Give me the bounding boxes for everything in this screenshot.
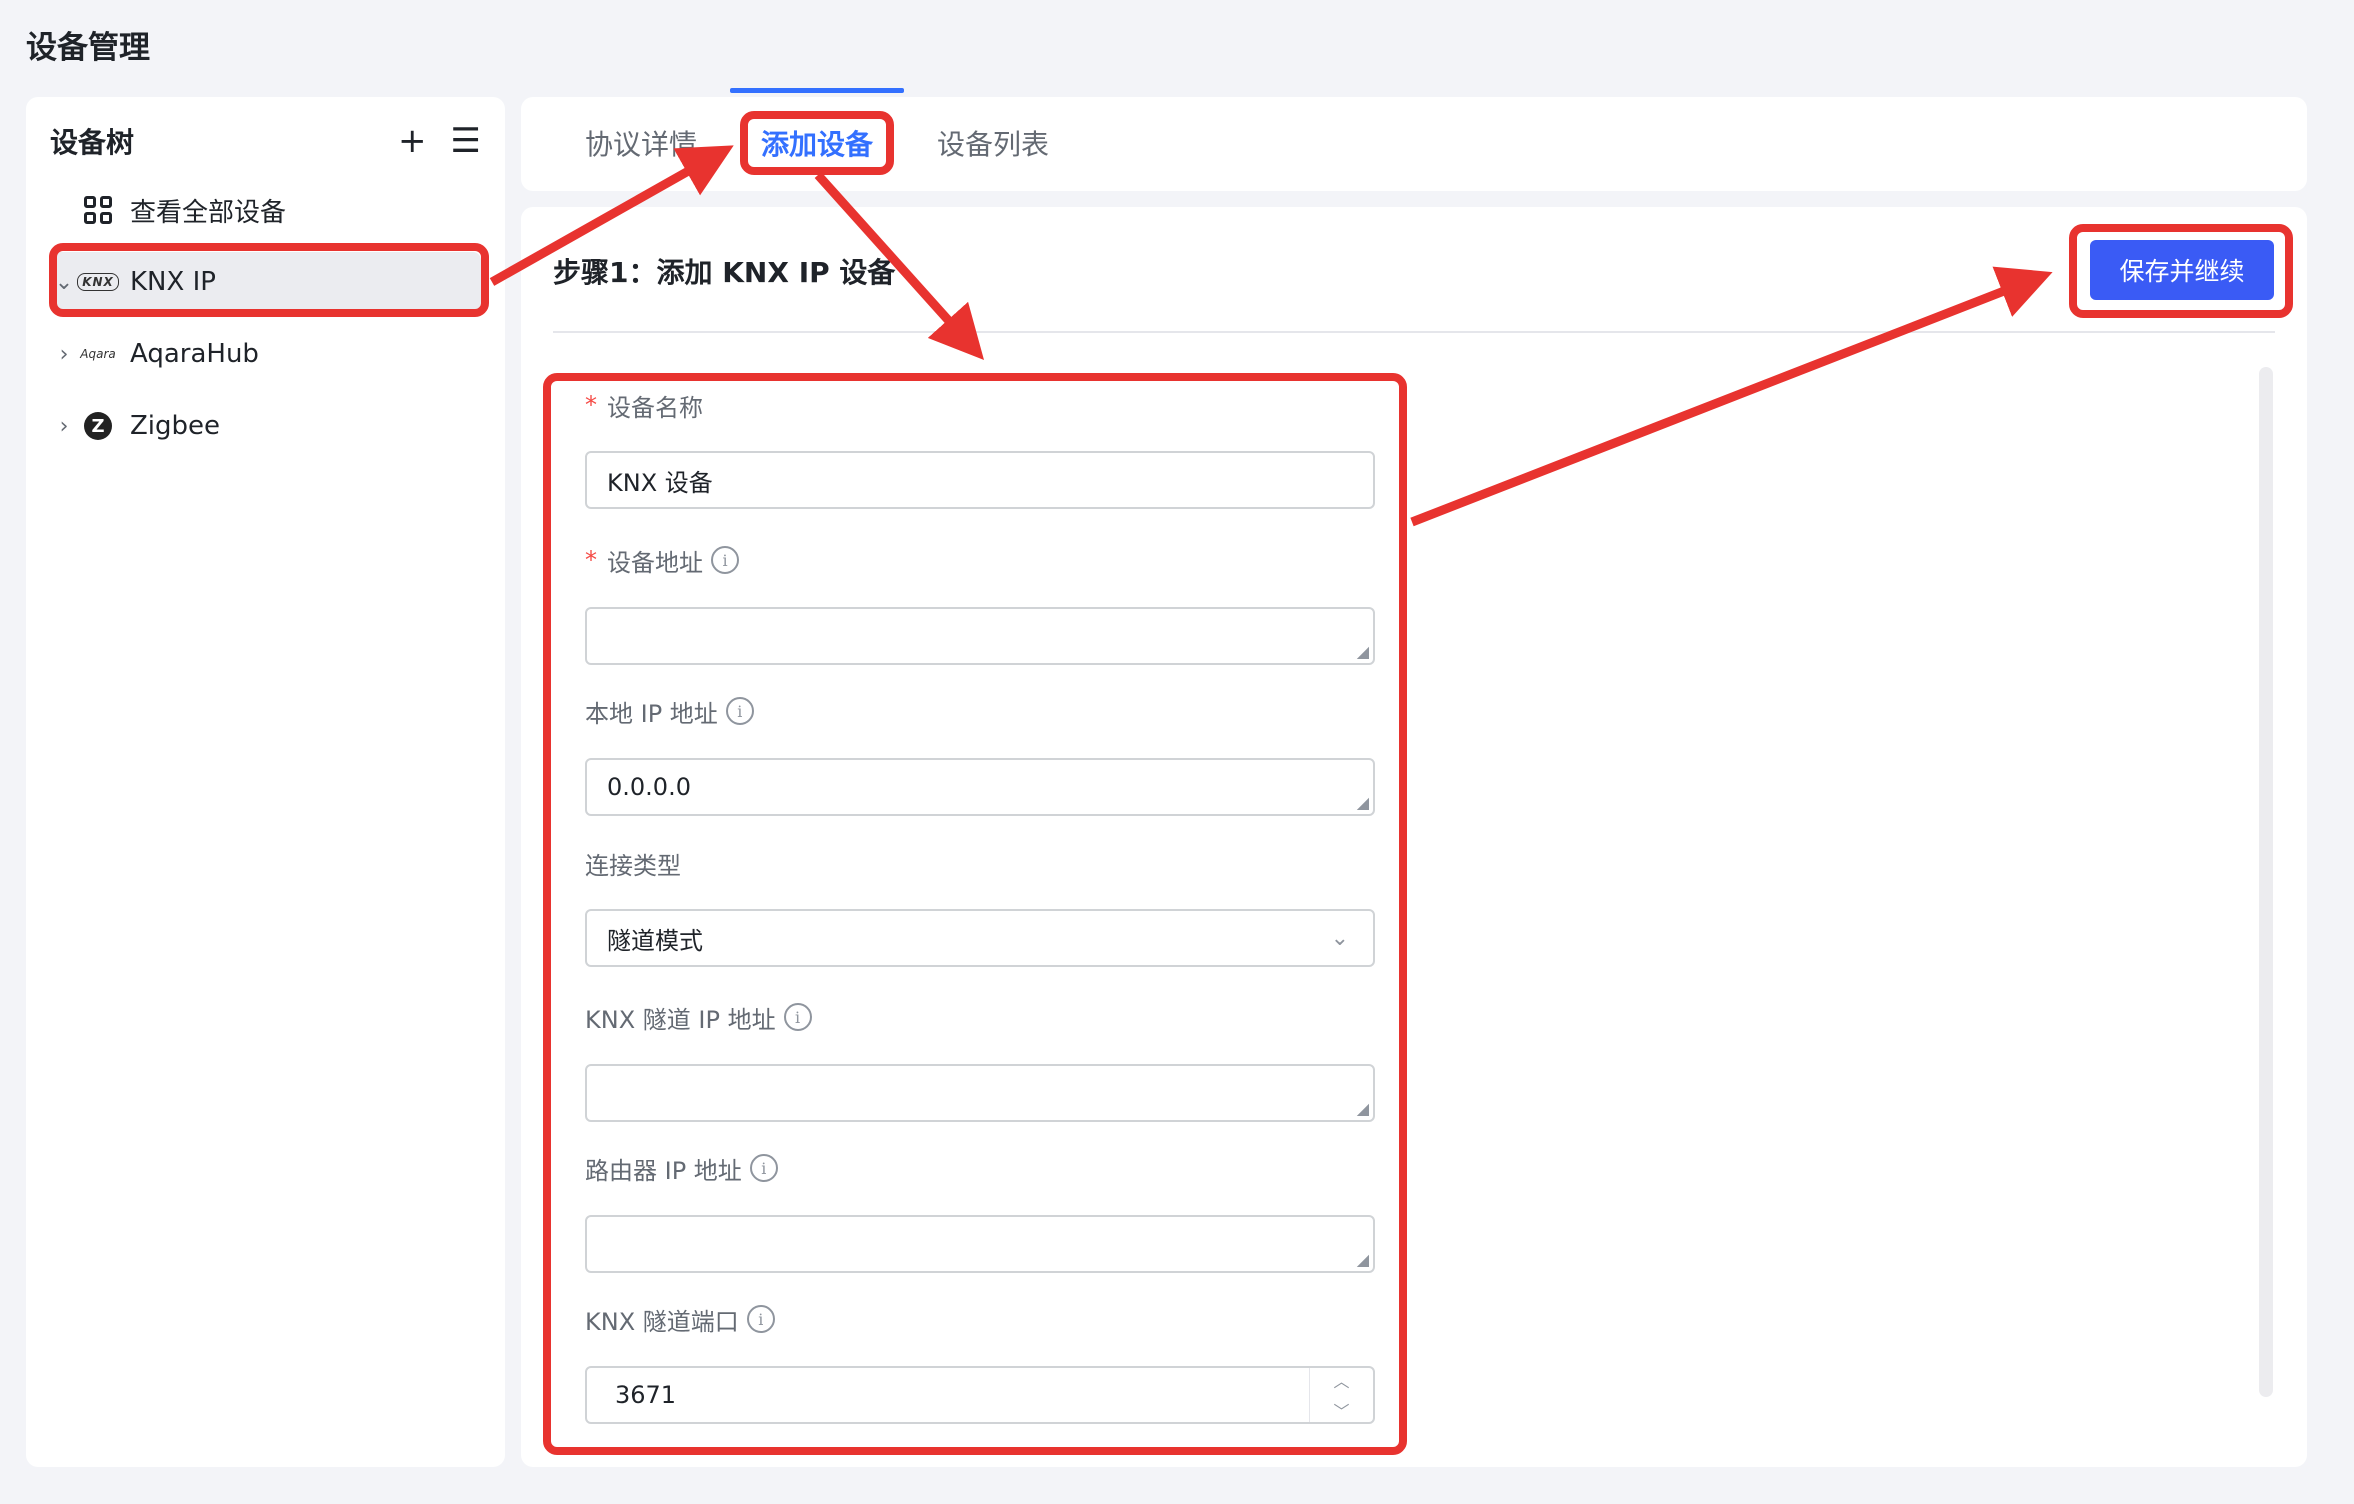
arrow-to-save	[1410, 266, 2053, 527]
arrow-to-tab	[489, 145, 734, 286]
arrow-to-form	[814, 171, 985, 361]
annotation-arrows	[489, 145, 2053, 527]
